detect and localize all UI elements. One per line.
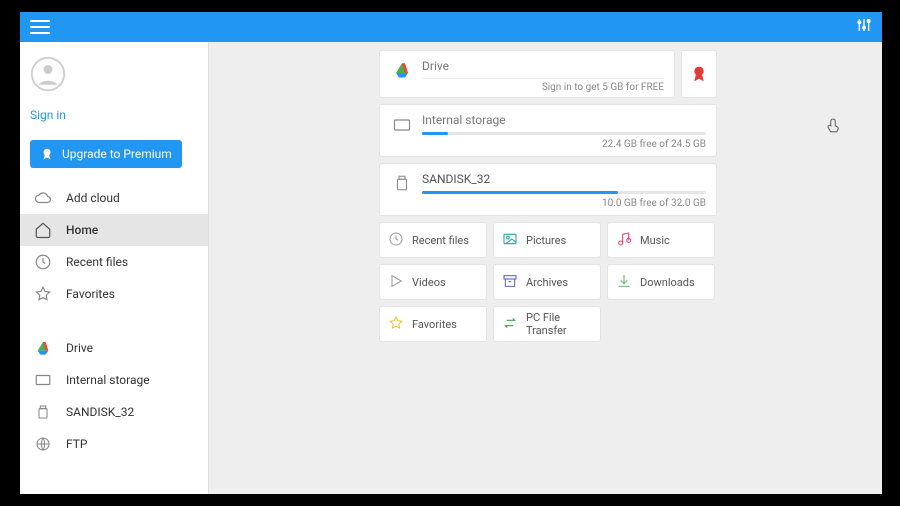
- storage-card-internal[interactable]: Internal storage 22.4 GB free of 24.5 GB: [379, 104, 717, 157]
- music-icon: [616, 231, 632, 250]
- transfer-icon: [502, 315, 518, 334]
- home-icon: [34, 221, 52, 239]
- sidebar-item-label: Recent files: [66, 255, 128, 269]
- tile-label: PC File Transfer: [526, 311, 592, 337]
- storage-title: Internal storage: [422, 113, 706, 127]
- sidebar-item-label: Internal storage: [66, 373, 150, 387]
- archive-icon: [502, 273, 518, 292]
- sidebar-item-recent[interactable]: Recent files: [20, 246, 208, 278]
- tile-label: Music: [640, 234, 670, 247]
- category-tiles: Recent files Pictures Music Videos Archives D…: [379, 222, 717, 342]
- sidebar-item-add-cloud[interactable]: Add cloud: [20, 182, 208, 214]
- storage-title: SANDISK_32: [422, 172, 706, 186]
- play-icon: [388, 273, 404, 292]
- tile-downloads[interactable]: Downloads: [607, 264, 715, 300]
- progress-bar: [422, 191, 706, 194]
- tile-label: Recent files: [412, 234, 469, 247]
- sidebar-item-label: Home: [66, 223, 98, 237]
- storage-sub: Sign in to get 5 GB for FREE: [422, 82, 664, 93]
- drive-logo-icon: [34, 339, 52, 357]
- globe-icon: [34, 435, 52, 453]
- storage-card-drive[interactable]: Drive Sign in to get 5 GB for FREE: [379, 50, 675, 98]
- menu-icon[interactable]: [30, 20, 50, 34]
- tile-label: Favorites: [412, 318, 457, 331]
- settings-sliders-icon[interactable]: [856, 17, 872, 37]
- sidebar-item-label: Favorites: [66, 287, 115, 301]
- sidebar-item-label: Drive: [66, 341, 93, 355]
- star-icon: [34, 285, 52, 303]
- upgrade-premium-button[interactable]: Upgrade to Premium: [30, 140, 182, 168]
- sidebar: Sign in Upgrade to Premium Add cloud: [20, 42, 209, 494]
- cloud-icon: [34, 189, 52, 207]
- avatar[interactable]: [20, 42, 208, 96]
- signin-link[interactable]: Sign in: [20, 96, 208, 122]
- download-icon: [616, 273, 632, 292]
- sidebar-item-ftp[interactable]: FTP: [20, 428, 208, 460]
- image-icon: [502, 231, 518, 250]
- tile-label: Downloads: [640, 276, 695, 289]
- sidebar-item-internal[interactable]: Internal storage: [20, 364, 208, 396]
- tile-label: Archives: [526, 276, 568, 289]
- sidebar-item-home[interactable]: Home: [20, 214, 208, 246]
- tile-pc-transfer[interactable]: PC File Transfer: [493, 306, 601, 342]
- storage-title: Drive: [422, 59, 664, 73]
- tile-recent[interactable]: Recent files: [379, 222, 487, 258]
- promo-badge[interactable]: [681, 50, 717, 98]
- sidebar-item-favorites[interactable]: Favorites: [20, 278, 208, 310]
- storage-sub: 10.0 GB free of 32.0 GB: [422, 198, 706, 209]
- topbar: [20, 12, 882, 42]
- tile-label: Pictures: [526, 234, 566, 247]
- sidebar-item-drive[interactable]: Drive: [20, 332, 208, 364]
- star-icon: [388, 315, 404, 334]
- sidebar-item-sandisk[interactable]: SANDISK_32: [20, 396, 208, 428]
- nav-primary: Add cloud Home Recent files Favorites: [20, 182, 208, 310]
- sidebar-item-label: FTP: [66, 437, 87, 451]
- device-icon: [390, 115, 414, 135]
- cursor-icon: [824, 116, 842, 138]
- badge-icon: [40, 147, 54, 161]
- progress-bar: [422, 132, 706, 135]
- tile-favorites[interactable]: Favorites: [379, 306, 487, 342]
- clock-icon: [388, 231, 404, 250]
- storage-card-sandisk[interactable]: SANDISK_32 10.0 GB free of 32.0 GB: [379, 163, 717, 216]
- storage-sub: 22.4 GB free of 24.5 GB: [422, 139, 706, 150]
- clock-icon: [34, 253, 52, 271]
- tile-pictures[interactable]: Pictures: [493, 222, 601, 258]
- upgrade-premium-label: Upgrade to Premium: [62, 147, 172, 161]
- tile-music[interactable]: Music: [607, 222, 715, 258]
- sidebar-item-label: Add cloud: [66, 191, 120, 205]
- usb-icon: [390, 174, 414, 192]
- tile-videos[interactable]: Videos: [379, 264, 487, 300]
- tile-archives[interactable]: Archives: [493, 264, 601, 300]
- nav-storage: Drive Internal storage SANDISK_32 FTP: [20, 332, 208, 460]
- tile-label: Videos: [412, 276, 446, 289]
- sidebar-item-label: SANDISK_32: [66, 405, 134, 419]
- content-area: Drive Sign in to get 5 GB for FREE Inter…: [209, 42, 882, 494]
- device-icon: [34, 371, 52, 389]
- usb-icon: [34, 403, 52, 421]
- drive-logo-icon: [390, 61, 414, 79]
